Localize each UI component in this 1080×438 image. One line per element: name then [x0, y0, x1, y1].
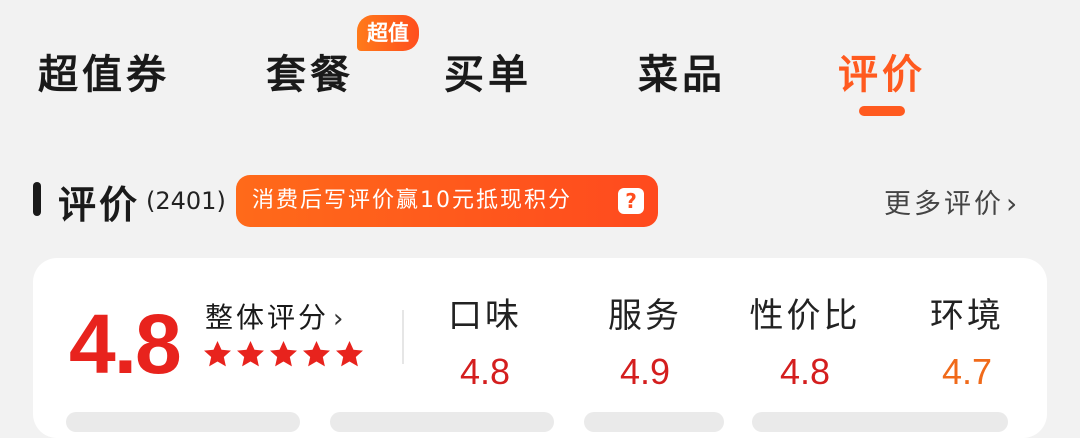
more-reviews-link[interactable]: 更多评价› [884, 182, 1020, 221]
tab-bar: 超值券 套餐 超值 买单 菜品 评价 [0, 0, 1080, 130]
tab-packages[interactable]: 套餐 [266, 42, 354, 100]
section-accent-bar [33, 182, 41, 216]
chevron-right-icon: › [333, 304, 347, 334]
star-icon [237, 341, 264, 367]
section-title: 评价 [58, 183, 141, 227]
overall-rating-label: 整体评分 [205, 301, 330, 334]
reviews-section-header: 评价 (2401) 消费后写评价赢10元抵现积分 ? 更多评价› [0, 170, 1080, 230]
review-tag-placeholder [584, 412, 724, 432]
sub-score-value: 4.8 [459, 351, 511, 392]
help-icon[interactable]: ? [618, 188, 644, 214]
sub-score-label: 环境 [930, 296, 1004, 336]
tab-dishes[interactable]: 菜品 [638, 42, 726, 100]
star-icon [336, 341, 363, 367]
overall-rating-link[interactable]: 整体评分 › [205, 296, 346, 336]
tab-coupons[interactable]: 超值券 [38, 42, 170, 100]
value-badge: 超值 [357, 15, 419, 51]
star-icon [270, 341, 297, 367]
divider [402, 310, 404, 364]
write-review-promo-button[interactable]: 消费后写评价赢10元抵现积分 ? [236, 175, 658, 227]
star-rating [201, 338, 366, 374]
sub-score-label: 口味 [448, 296, 522, 336]
overall-score: 4.8 [69, 297, 182, 391]
sub-score-taste: 口味 4.8 [410, 288, 560, 393]
sub-score-environment: 环境 4.7 [892, 288, 1042, 393]
sub-score-label: 性价比 [749, 296, 861, 336]
sub-score-value: 4.7 [941, 351, 993, 392]
sub-score-value: 4.9 [619, 351, 671, 392]
review-tag-placeholder [66, 412, 300, 432]
sub-score-service: 服务 4.9 [570, 288, 720, 393]
sub-score-value-for-money: 性价比 4.8 [730, 288, 880, 393]
tab-pay-bill[interactable]: 买单 [444, 42, 532, 100]
review-tag-placeholder [330, 412, 554, 432]
more-reviews-label: 更多评价 [884, 189, 1004, 220]
sub-score-label: 服务 [608, 296, 682, 336]
review-tag-placeholder [752, 412, 1008, 432]
star-icon [204, 341, 231, 367]
promo-text: 消费后写评价赢10元抵现积分 [252, 188, 572, 213]
review-count: (2401) [146, 187, 226, 215]
rating-card: 4.8 整体评分 › 口味 4.8 服务 4.9 性价比 4.8 环境 4.7 [33, 258, 1047, 438]
active-tab-indicator [859, 106, 905, 116]
tab-reviews[interactable]: 评价 [838, 42, 926, 100]
chevron-right-icon: › [1006, 187, 1021, 220]
star-icon [303, 341, 330, 367]
sub-score-value: 4.8 [779, 351, 831, 392]
